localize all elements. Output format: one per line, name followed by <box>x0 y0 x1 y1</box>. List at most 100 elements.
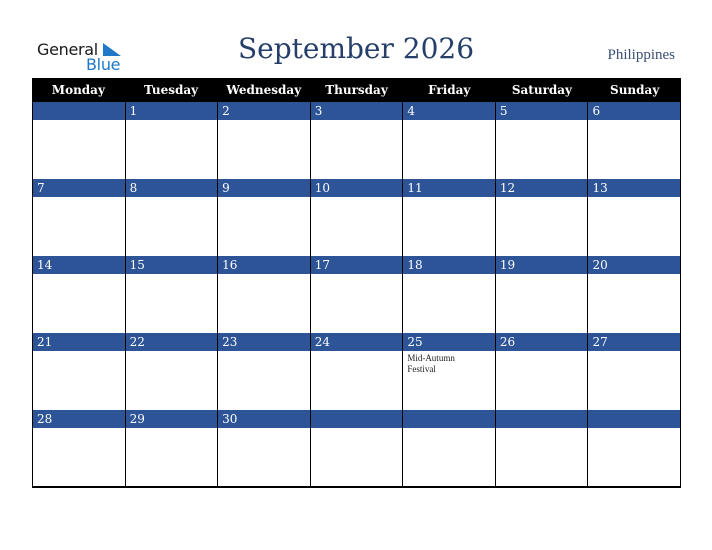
day-cell[interactable]: 12 <box>495 179 589 256</box>
day-cell[interactable]: 25 Mid-Autumn Festival <box>403 333 496 410</box>
day-body <box>588 428 681 486</box>
day-cell[interactable]: 8 <box>125 179 219 256</box>
country-label: Philippines <box>607 47 675 63</box>
day-cell[interactable]: 1 <box>125 102 219 179</box>
weekday-header: Sunday <box>610 83 660 97</box>
day-number <box>33 102 125 120</box>
day-cell[interactable]: 19 <box>495 256 589 333</box>
day-body <box>218 274 310 333</box>
day-cell[interactable]: 26 <box>495 333 589 410</box>
day-cell[interactable] <box>495 410 589 486</box>
day-number <box>495 410 588 428</box>
day-cell[interactable]: 21 <box>33 333 126 410</box>
day-number: 9 <box>218 179 310 197</box>
day-body <box>33 120 125 179</box>
day-cell[interactable]: 11 <box>403 179 496 256</box>
day-number: 10 <box>310 179 403 197</box>
day-cell[interactable]: 13 <box>588 179 682 256</box>
day-number: 16 <box>218 256 310 274</box>
day-body <box>218 197 310 256</box>
day-cell[interactable]: 24 <box>310 333 404 410</box>
day-number: 30 <box>218 410 310 428</box>
day-number: 20 <box>588 256 681 274</box>
week-row: 123456 <box>32 102 682 179</box>
day-cell[interactable]: 28 <box>33 410 126 486</box>
day-body <box>403 274 495 333</box>
day-number: 7 <box>33 179 125 197</box>
day-cell[interactable] <box>310 410 404 486</box>
day-cell[interactable]: 20 <box>588 256 682 333</box>
day-body <box>310 274 403 333</box>
day-number: 26 <box>495 333 588 351</box>
day-body <box>125 428 218 486</box>
day-number: 13 <box>588 179 681 197</box>
day-body <box>588 197 681 256</box>
day-body <box>310 428 403 486</box>
day-number <box>588 410 681 428</box>
day-body <box>588 120 681 179</box>
day-cell[interactable]: 10 <box>310 179 404 256</box>
day-cell[interactable]: 4 <box>403 102 496 179</box>
day-body <box>403 428 495 486</box>
day-cell[interactable]: 2 <box>218 102 311 179</box>
weekday-header: Saturday <box>511 83 573 97</box>
day-number: 17 <box>310 256 403 274</box>
weekday-header-row: Monday Tuesday Wednesday Thursday Friday… <box>32 78 681 102</box>
day-body <box>310 197 403 256</box>
calendar-grid: Monday Tuesday Wednesday Thursday Friday… <box>32 78 682 488</box>
day-body <box>218 428 310 486</box>
day-number: 19 <box>495 256 588 274</box>
day-cell[interactable]: 27 <box>588 333 682 410</box>
day-number: 28 <box>33 410 125 428</box>
day-cell[interactable]: 18 <box>403 256 496 333</box>
day-number: 22 <box>125 333 218 351</box>
day-cell[interactable]: 14 <box>33 256 126 333</box>
page-title: September 2026 <box>237 32 475 65</box>
day-number: 4 <box>403 102 495 120</box>
holiday-event: Mid-Autumn Festival <box>407 353 455 374</box>
day-body <box>218 351 310 410</box>
day-body <box>125 120 218 179</box>
day-body <box>588 351 681 410</box>
day-body <box>310 351 403 410</box>
day-body <box>33 197 125 256</box>
day-body <box>403 120 495 179</box>
day-cell[interactable]: 7 <box>33 179 126 256</box>
day-number: 12 <box>495 179 588 197</box>
day-cell[interactable]: 6 <box>588 102 682 179</box>
day-body <box>125 351 218 410</box>
day-body: Mid-Autumn Festival <box>403 351 495 410</box>
day-cell[interactable]: 9 <box>218 179 311 256</box>
day-cell[interactable]: 29 <box>125 410 219 486</box>
day-cell[interactable] <box>403 410 496 486</box>
day-number: 27 <box>588 333 681 351</box>
day-body <box>218 120 310 179</box>
weekday-header: Tuesday <box>144 83 199 97</box>
day-cell[interactable]: 16 <box>218 256 311 333</box>
day-number: 11 <box>403 179 495 197</box>
day-cell[interactable] <box>33 102 126 179</box>
day-number: 25 <box>403 333 495 351</box>
day-cell[interactable]: 17 <box>310 256 404 333</box>
day-cell[interactable]: 3 <box>310 102 404 179</box>
day-number: 21 <box>33 333 125 351</box>
day-number: 24 <box>310 333 403 351</box>
day-cell[interactable] <box>588 410 682 486</box>
day-number <box>403 410 495 428</box>
day-body <box>495 120 588 179</box>
day-number: 15 <box>125 256 218 274</box>
day-body <box>125 274 218 333</box>
day-body <box>33 351 125 410</box>
day-cell[interactable]: 22 <box>125 333 219 410</box>
day-body <box>495 197 588 256</box>
day-cell[interactable]: 23 <box>218 333 311 410</box>
day-cell[interactable]: 5 <box>495 102 589 179</box>
week-row: 14 15 16 17 18 19 20 <box>32 256 682 333</box>
day-body <box>310 120 403 179</box>
day-number: 8 <box>125 179 218 197</box>
weekday-header: Monday <box>51 83 105 97</box>
day-cell[interactable]: 15 <box>125 256 219 333</box>
week-row: 7 8 9 10 11 12 13 <box>32 179 682 256</box>
day-cell[interactable]: 30 <box>218 410 311 486</box>
week-row: 21 22 23 24 25 Mid-Autumn Festival 26 27 <box>32 333 682 410</box>
